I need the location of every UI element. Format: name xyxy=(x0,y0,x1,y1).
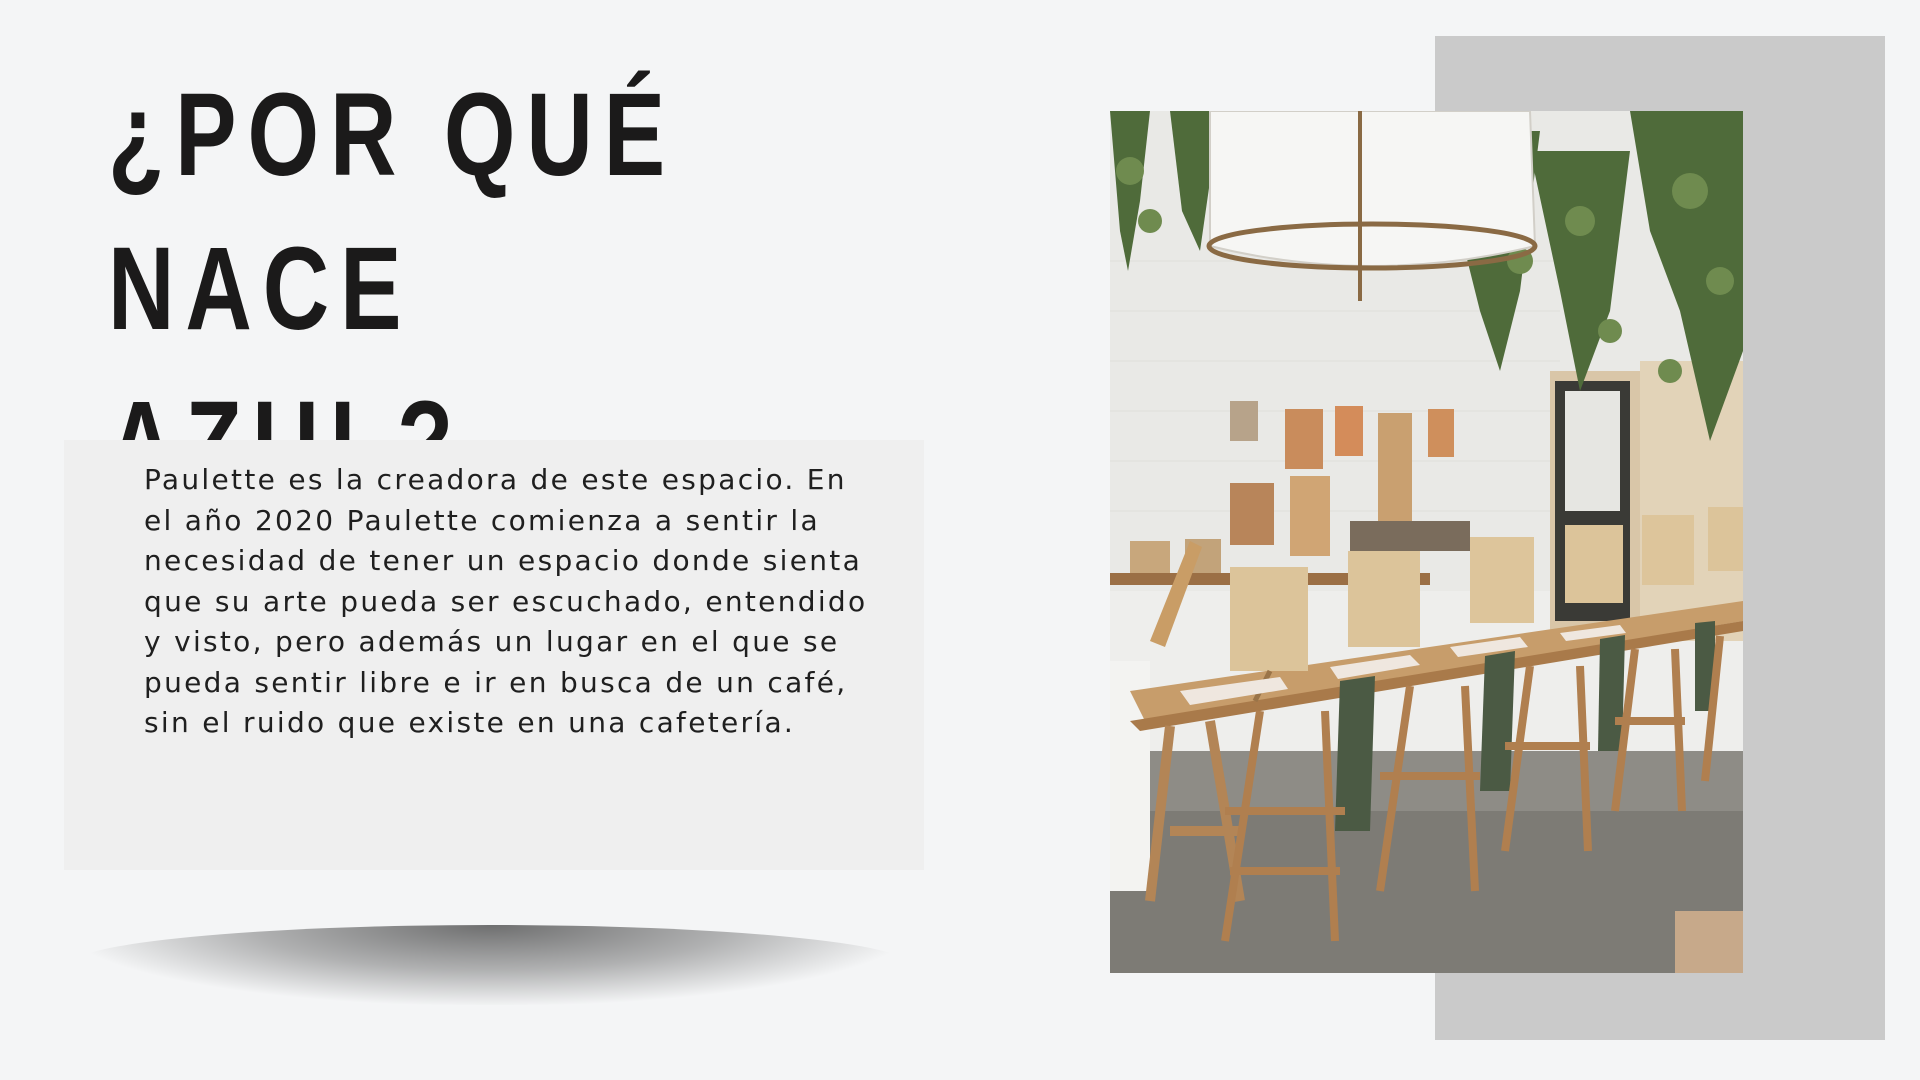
title-line-1: ¿POR QUÉ NACE xyxy=(108,69,677,355)
panel-shadow xyxy=(70,925,910,1005)
workshop-illustration xyxy=(1110,111,1743,973)
workshop-photo xyxy=(1110,111,1743,973)
slide: ¿POR QUÉ NACE AZUL? Paulette es la cread… xyxy=(0,0,1920,1080)
text-panel: Paulette es la creadora de este espacio.… xyxy=(64,440,924,870)
body-text: Paulette es la creadora de este espacio.… xyxy=(144,463,868,739)
